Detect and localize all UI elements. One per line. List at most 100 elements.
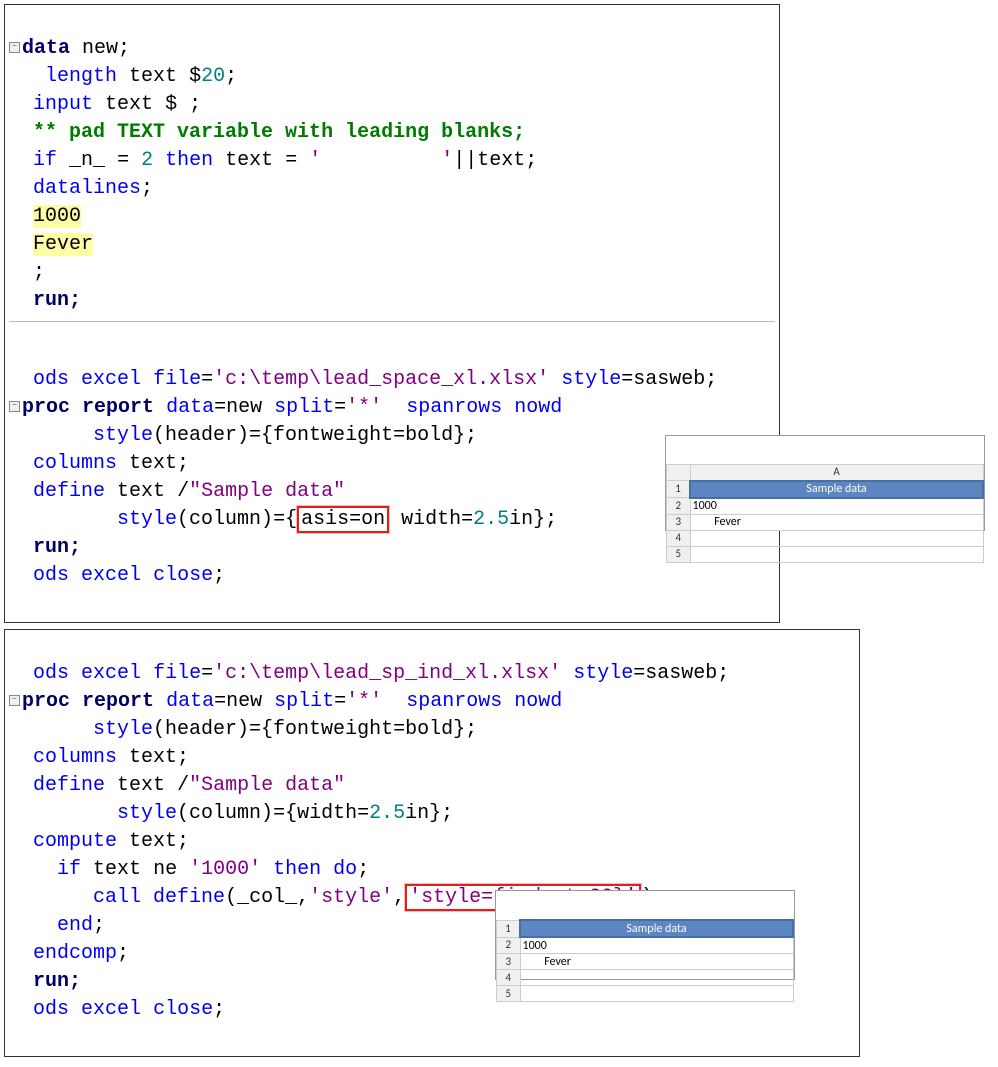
- separator: [9, 321, 775, 322]
- col-open: (column)={: [177, 508, 297, 531]
- slash: /: [177, 774, 189, 797]
- kw-nowd: nowd: [514, 690, 562, 713]
- cell-3: Fever: [520, 954, 793, 970]
- width-txt: width=: [389, 508, 473, 531]
- kw-call: call: [93, 886, 141, 909]
- fold-icon[interactable]: −: [9, 401, 20, 412]
- row-4: 4: [667, 530, 691, 546]
- id-text: text;: [129, 830, 189, 853]
- eq: =: [201, 662, 213, 685]
- semi: ;: [225, 65, 237, 88]
- eq: =: [214, 690, 226, 713]
- kw-ods: ods: [33, 368, 69, 391]
- id-new: new: [82, 37, 118, 60]
- eq: =: [334, 396, 346, 419]
- row-5: 5: [497, 986, 521, 1002]
- data-fever: Fever: [33, 233, 93, 256]
- semi: ;: [141, 177, 153, 200]
- row-1: 1: [497, 920, 521, 937]
- fold-icon[interactable]: −: [9, 42, 20, 53]
- comment-pad: ** pad TEXT variable with leading blanks…: [33, 121, 525, 144]
- kw-style: style: [117, 508, 177, 531]
- str-sample: "Sample data": [189, 774, 345, 797]
- id-text: text: [225, 149, 273, 172]
- kw-excel: excel: [81, 662, 141, 685]
- kw-run: run: [33, 289, 69, 312]
- dollar: $: [165, 93, 177, 116]
- kw-if: if: [57, 858, 81, 881]
- str-path: 'c:\temp\lead_sp_ind_xl.xlsx': [213, 662, 561, 685]
- kw-columns: columns: [33, 452, 117, 475]
- excel-preview-1: A 1Sample data 21000 3 Fever 4 5: [665, 435, 985, 531]
- dollar: $: [189, 65, 201, 88]
- semi: ;: [93, 914, 105, 937]
- code-block-2: ods excel file='c:\temp\lead_sp_ind_xl.x…: [4, 629, 860, 1057]
- semi: ;: [33, 261, 45, 284]
- row-4: 4: [497, 970, 521, 986]
- eq: =: [117, 149, 129, 172]
- semi: ;: [118, 37, 130, 60]
- kw-spanrows: spanrows: [406, 690, 502, 713]
- kw-split: split: [274, 396, 334, 419]
- code-block-1: −data new; length text $20; input text $…: [4, 4, 780, 623]
- kw-ods: ods: [33, 998, 69, 1021]
- corner-cell: [667, 465, 691, 481]
- semi: ;: [69, 970, 81, 993]
- row-2: 2: [497, 937, 521, 954]
- kw-ods: ods: [33, 662, 69, 685]
- kw-end: end: [57, 914, 93, 937]
- kw-excel: excel: [81, 368, 141, 391]
- header-cell: Sample data: [520, 920, 793, 937]
- kw-data: data: [22, 37, 70, 60]
- id-new: new: [226, 396, 262, 419]
- str-sample: "Sample data": [189, 480, 345, 503]
- cell-5: [520, 986, 793, 1002]
- cell-3: Fever: [690, 514, 983, 530]
- cell-4: [690, 530, 983, 546]
- data-1000: 1000: [33, 205, 81, 228]
- kw-close: close: [153, 564, 213, 587]
- slash: /: [177, 480, 189, 503]
- str-star: '*': [346, 690, 382, 713]
- kw-proc: proc: [22, 690, 70, 713]
- row-1: 1: [667, 481, 691, 498]
- str-path: 'c:\temp\lead_space_xl.xlsx': [213, 368, 549, 391]
- id-text: text;: [129, 452, 189, 475]
- concat: ||text;: [453, 149, 537, 172]
- cell-4: [520, 970, 793, 986]
- kw-data: data: [166, 396, 214, 419]
- kw-run: run: [33, 536, 69, 559]
- kw-style: style: [93, 424, 153, 447]
- kw-define: define: [153, 886, 225, 909]
- kw-style: style: [561, 368, 621, 391]
- ne: ne: [153, 858, 177, 881]
- kw-run: run: [33, 970, 69, 993]
- kw-report: report: [82, 396, 154, 419]
- open: (_col_,: [225, 886, 309, 909]
- kw-nowd: nowd: [514, 396, 562, 419]
- eq: =: [201, 368, 213, 391]
- kw-length: length: [45, 65, 117, 88]
- kw-file: file: [153, 368, 201, 391]
- num-2: 2: [141, 149, 153, 172]
- fold-icon[interactable]: −: [9, 695, 20, 706]
- kw-do: do: [333, 858, 357, 881]
- kw-then: then: [273, 858, 321, 881]
- id-text: text: [117, 480, 165, 503]
- eq: =: [285, 149, 297, 172]
- kw-excel: excel: [81, 998, 141, 1021]
- id-text: text: [105, 93, 153, 116]
- semi: ;: [213, 564, 225, 587]
- kw-style: style: [573, 662, 633, 685]
- semi: ;: [213, 998, 225, 1021]
- header-opt: (header)={fontweight=bold};: [153, 718, 477, 741]
- in-close: in};: [405, 802, 453, 825]
- cell-2: 1000: [690, 498, 983, 515]
- excel-preview-2: 1Sample data 21000 3 Fever 4 5: [495, 890, 795, 980]
- sasweb: sasweb;: [645, 662, 729, 685]
- semi: ;: [189, 93, 201, 116]
- kw-proc: proc: [22, 396, 70, 419]
- kw-excel: excel: [81, 564, 141, 587]
- id-text: text: [117, 774, 165, 797]
- col-open: (column)={width=: [177, 802, 369, 825]
